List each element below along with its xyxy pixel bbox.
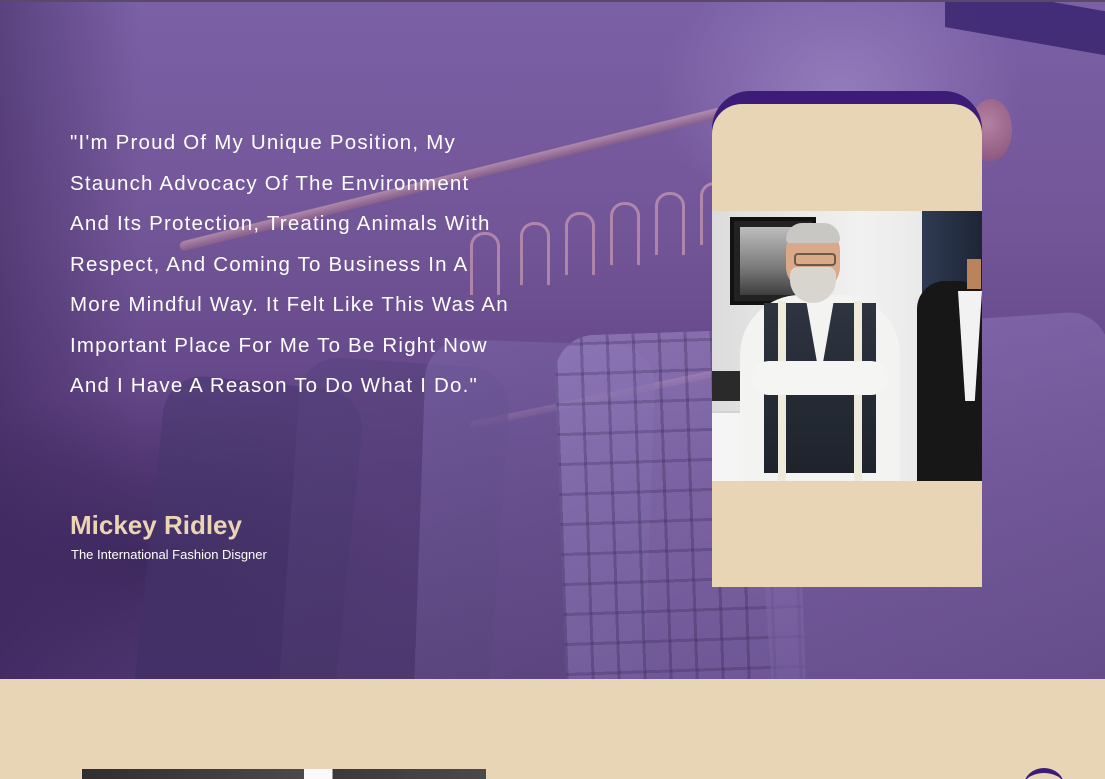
testimonial-quote: "I'm Proud Of My Unique Position, My Sta…	[70, 131, 509, 397]
next-section-image	[82, 769, 486, 779]
page: "I'm Proud Of My Unique Position, My Sta…	[0, 0, 1105, 779]
portrait-card	[712, 104, 982, 587]
tailor-hair	[786, 223, 840, 243]
author-portrait-image	[712, 211, 982, 481]
hanger	[610, 202, 640, 265]
hanger	[565, 212, 595, 275]
author-title: The International Fashion Disgner	[71, 547, 267, 562]
next-section	[0, 679, 1105, 779]
tailor-crossed-arms	[752, 361, 888, 395]
hanger	[655, 192, 685, 255]
author-name: Mickey Ridley	[70, 510, 242, 540]
hanger	[520, 222, 550, 285]
mannequin-neck	[967, 259, 981, 289]
tailor-glasses	[794, 253, 836, 266]
